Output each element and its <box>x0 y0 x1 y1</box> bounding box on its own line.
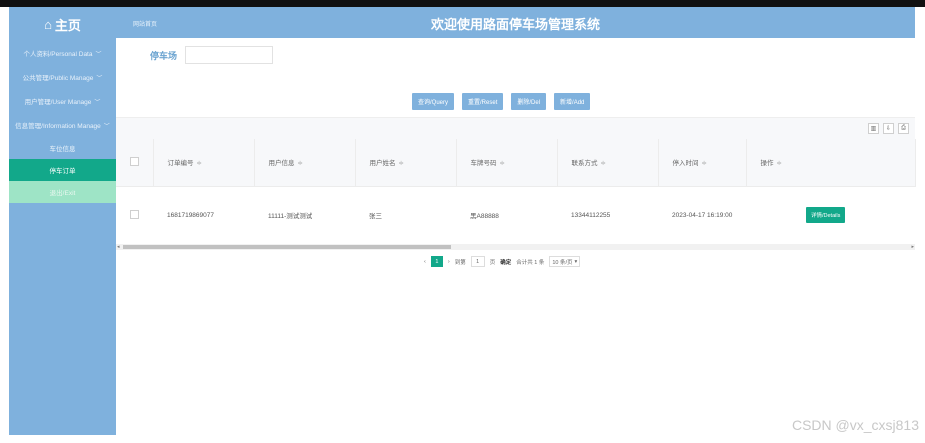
next-page-icon[interactable]: › <box>448 259 450 265</box>
cell-phone: 13344112255 <box>557 186 658 245</box>
sidebar-subitem-parking-space[interactable]: 车位信息 <box>9 137 116 159</box>
cell-order-no: 1681719869077 <box>153 186 254 245</box>
export-icon[interactable]: ⇩ <box>883 123 894 134</box>
pagination: ‹ 1 › 到第 1 页 确定 合计共 1 条 10 条/页 ▾ <box>424 256 581 267</box>
sort-icon[interactable]: ≑ <box>197 160 202 167</box>
sidebar-exit[interactable]: 退出/Exit <box>9 181 116 203</box>
row-select-cell <box>116 186 153 245</box>
table-row: 1681719869077 11111-测试测试 张三 黑A88888 1334… <box>116 186 915 245</box>
cell-user-info: 11111-测试测试 <box>254 186 355 245</box>
cell-user-name: 张三 <box>355 186 456 245</box>
sidebar-item-public-manage[interactable]: 公共管理/Public Manage ﹀ <box>9 65 116 89</box>
table-toolbar: ▥ ⇩ ⎙ <box>116 117 915 139</box>
table-header-row: 订单编号 ≑ 用户信息 ≑ 用户姓名 ≑ 车牌号码 ≑ 联系方式 ≑ 停入时间 ≑ 操作 ≑ <box>116 139 916 187</box>
sidebar-item-information-manage[interactable]: 信息管理/Information Manage ﹀ <box>9 113 116 137</box>
home-label: 主页 <box>54 17 81 33</box>
search-row: 停车场 <box>150 46 274 64</box>
cell-action: 详情/Details <box>746 186 915 245</box>
columns-icon[interactable]: ▥ <box>868 123 879 134</box>
action-buttons: 查询/Query 重置/Reset 删除/Del 新增/Add <box>412 93 591 110</box>
sort-icon[interactable]: ≑ <box>298 160 303 167</box>
chevron-down-icon: ▾ <box>574 258 578 265</box>
sort-icon[interactable]: ≑ <box>500 160 505 167</box>
home-icon: ⌂ <box>44 16 52 32</box>
reset-button[interactable]: 重置/Reset <box>462 93 504 110</box>
goto-page-input[interactable]: 1 <box>470 256 485 267</box>
sidebar-item-label: 公共管理/Public Manage <box>22 75 94 82</box>
page-current[interactable]: 1 <box>430 256 443 267</box>
page-size-select[interactable]: 10 条/页 ▾ <box>549 256 581 267</box>
sidebar-item-user-manage[interactable]: 用户管理/User Manage ﹀ <box>9 89 116 113</box>
column-header[interactable]: 操作 ≑ <box>746 139 916 187</box>
search-input[interactable] <box>185 46 274 64</box>
chevron-down-icon: ﹀ <box>103 123 110 130</box>
goto-confirm-button[interactable]: 确定 <box>500 258 511 266</box>
select-all-checkbox[interactable] <box>130 156 139 166</box>
sort-icon[interactable]: ≑ <box>702 160 707 167</box>
delete-button[interactable]: 删除/Del <box>511 93 547 110</box>
details-button[interactable]: 详情/Details <box>806 207 846 223</box>
page-title: 欢迎使用路面停车场管理系统 <box>430 17 600 32</box>
row-checkbox[interactable] <box>130 209 139 219</box>
total-count: 合计共 1 条 <box>516 259 545 266</box>
header: 网站首页 欢迎使用路面停车场管理系统 <box>116 7 915 38</box>
chevron-down-icon: ﹀ <box>95 51 102 58</box>
sidebar: ⌂ 主页 个人资料/Personal Data ﹀ 公共管理/Public Ma… <box>9 7 116 435</box>
page-unit: 页 <box>489 259 496 266</box>
select-all-cell <box>116 139 154 187</box>
column-header[interactable]: 用户信息 ≑ <box>254 139 356 187</box>
sort-icon[interactable]: ≑ <box>777 160 782 167</box>
column-header[interactable]: 订单编号 ≑ <box>153 139 255 187</box>
scroll-left-icon[interactable]: ◂ <box>117 244 120 250</box>
sort-icon[interactable]: ≑ <box>399 160 404 167</box>
column-header[interactable]: 联系方式 ≑ <box>557 139 659 187</box>
column-header[interactable]: 用户姓名 ≑ <box>355 139 457 187</box>
sort-icon[interactable]: ≑ <box>601 160 606 167</box>
chevron-down-icon: ﹀ <box>96 75 103 82</box>
sidebar-item-personal-data[interactable]: 个人资料/Personal Data ﹀ <box>9 41 116 65</box>
query-button[interactable]: 查询/Query <box>412 93 455 110</box>
chevron-down-icon: ﹀ <box>94 99 101 106</box>
cell-plate: 黑A88888 <box>456 186 557 245</box>
goto-label: 到第 <box>454 259 466 266</box>
home-logo[interactable]: ⌂ 主页 <box>9 7 116 41</box>
column-header[interactable]: 停入时间 ≑ <box>658 139 747 187</box>
add-button[interactable]: 新增/Add <box>554 93 591 110</box>
sidebar-subitem-parking-order[interactable]: 停车订单 <box>9 159 116 181</box>
scrollbar-thumb[interactable] <box>123 245 451 249</box>
sidebar-item-label: 信息管理/Information Manage <box>15 123 101 130</box>
cell-park-time: 2023-04-17 16:19:00 <box>658 186 746 245</box>
sidebar-item-label: 个人资料/Personal Data <box>23 51 93 58</box>
watermark: CSDN @vx_cxsj813 <box>791 417 919 433</box>
print-icon[interactable]: ⎙ <box>898 123 909 134</box>
prev-page-icon[interactable]: ‹ <box>424 259 426 265</box>
data-table: 订单编号 ≑ 用户信息 ≑ 用户姓名 ≑ 车牌号码 ≑ 联系方式 ≑ 停入时间 ≑ 操作 ≑ … <box>116 139 916 245</box>
horizontal-scrollbar[interactable]: ◂ ▸ <box>116 244 915 250</box>
sidebar-item-label: 用户管理/User Manage <box>24 99 92 106</box>
search-label: 停车场 <box>150 50 178 61</box>
scroll-right-icon[interactable]: ▸ <box>911 244 914 250</box>
top-edge-bar <box>0 0 925 7</box>
column-header[interactable]: 车牌号码 ≑ <box>456 139 558 187</box>
